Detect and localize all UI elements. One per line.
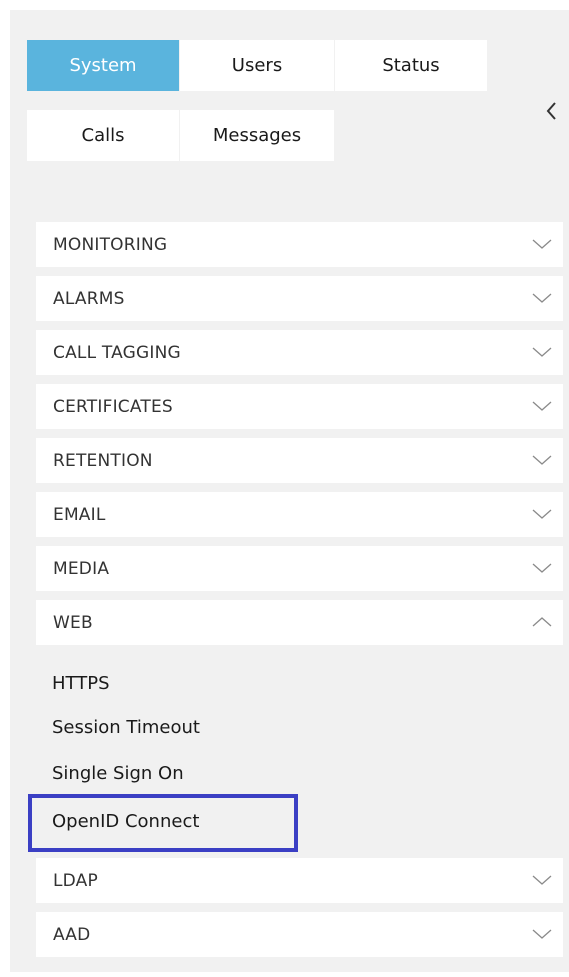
section-label: ALARMS	[53, 288, 125, 309]
tab-messages[interactable]: Messages	[180, 110, 334, 161]
section-email[interactable]: EMAIL	[36, 492, 563, 537]
chevron-down-icon	[532, 563, 552, 573]
tab-status[interactable]: Status	[335, 40, 487, 91]
section-alarms[interactable]: ALARMS	[36, 276, 563, 321]
section-certificates[interactable]: CERTIFICATES	[36, 384, 563, 429]
web-item-single-sign-on[interactable]: Single Sign On	[52, 763, 184, 784]
chevron-down-icon	[532, 509, 552, 519]
section-web[interactable]: WEB	[36, 600, 563, 645]
web-item-session-timeout[interactable]: Session Timeout	[52, 717, 200, 738]
tab-users[interactable]: Users	[180, 40, 334, 91]
section-retention[interactable]: RETENTION	[36, 438, 563, 483]
section-label: CERTIFICATES	[53, 396, 173, 417]
chevron-down-icon	[532, 293, 552, 303]
section-ldap[interactable]: LDAP	[36, 858, 563, 903]
section-label: CALL TAGGING	[53, 342, 181, 363]
section-call-tagging[interactable]: CALL TAGGING	[36, 330, 563, 375]
collapse-panel-button[interactable]	[542, 96, 562, 126]
chevron-down-icon	[532, 875, 552, 885]
chevron-up-icon	[532, 617, 552, 627]
chevron-down-icon	[532, 347, 552, 357]
section-label: WEB	[53, 612, 93, 633]
section-label: LDAP	[53, 870, 98, 891]
openid-connect-highlight	[28, 794, 298, 852]
section-label: MONITORING	[53, 234, 168, 255]
web-item-https[interactable]: HTTPS	[52, 673, 110, 694]
chevron-down-icon	[532, 455, 552, 465]
tab-calls[interactable]: Calls	[27, 110, 179, 161]
chevron-down-icon	[532, 239, 552, 249]
chevron-down-icon	[532, 929, 552, 939]
chevron-left-icon	[546, 102, 556, 120]
section-label: EMAIL	[53, 504, 106, 525]
section-label: AAD	[53, 924, 91, 945]
section-label: MEDIA	[53, 558, 110, 579]
section-aad[interactable]: AAD	[36, 912, 563, 957]
section-label: RETENTION	[53, 450, 153, 471]
section-monitoring[interactable]: MONITORING	[36, 222, 563, 267]
chevron-down-icon	[532, 401, 552, 411]
tab-system[interactable]: System	[27, 40, 179, 91]
section-media[interactable]: MEDIA	[36, 546, 563, 591]
